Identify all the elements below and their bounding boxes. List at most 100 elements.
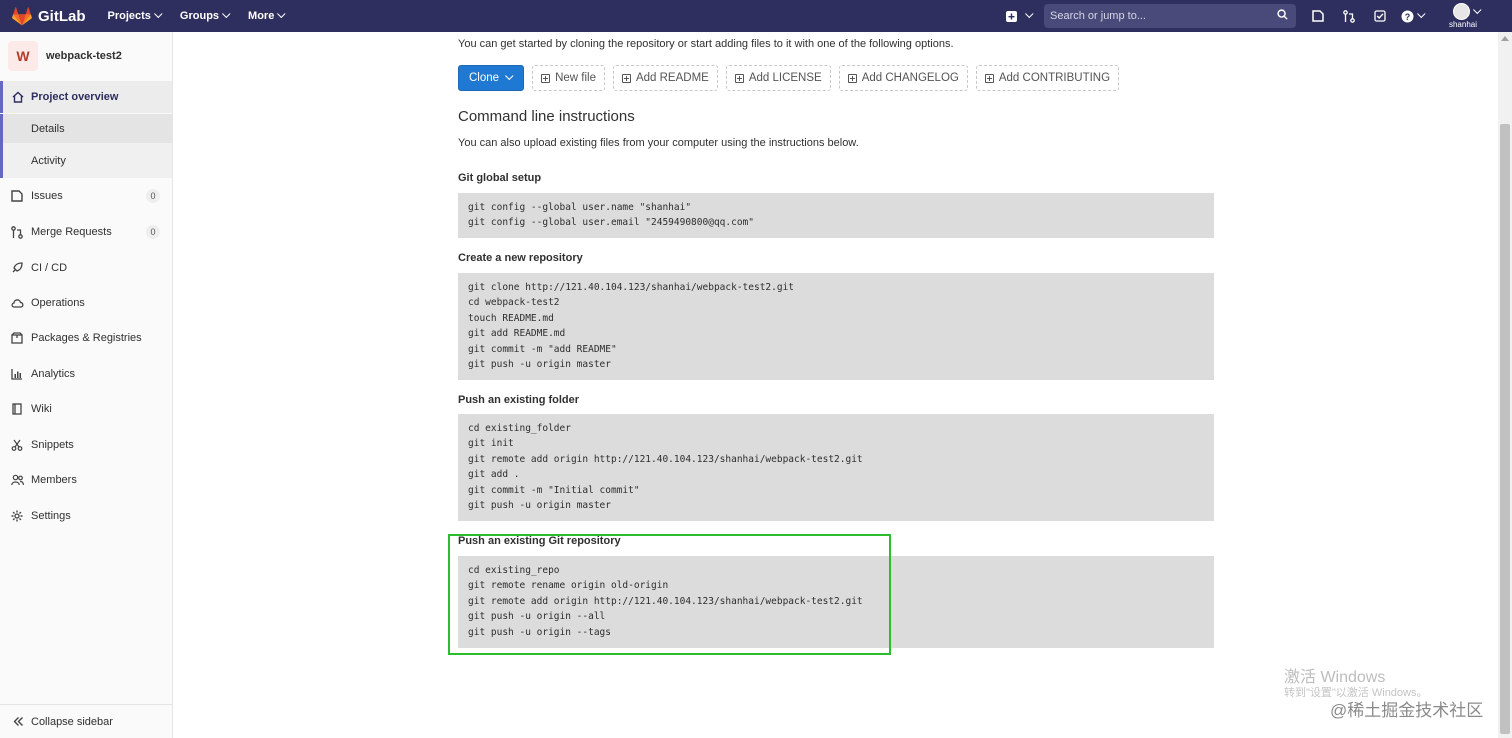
count-badge: 0	[146, 225, 160, 239]
sidebar-item-label: Issues	[31, 190, 63, 202]
sidebar-subitem-label: Details	[31, 122, 65, 135]
code-line: git config --global user.email "24594908…	[468, 217, 754, 229]
merge-requests-nav-button[interactable]	[1333, 0, 1364, 32]
new-file-button[interactable]: New file	[532, 65, 605, 91]
sidebar-item-snippets[interactable]: Snippets	[0, 429, 172, 461]
project-name: webpack-test2	[46, 50, 122, 62]
plus-square-icon	[621, 73, 631, 83]
brand-name: GitLab	[38, 7, 86, 25]
code-line: git remote rename origin old-origin	[468, 580, 669, 592]
user-menu[interactable]: shanhai	[1442, 3, 1492, 32]
main-content: You can get started by cloning the repos…	[173, 32, 1498, 738]
sidebar-item-label: Packages & Registries	[31, 332, 142, 344]
clone-dropdown-button[interactable]: Clone	[458, 65, 525, 91]
sidebar-item-wiki[interactable]: Wiki	[0, 393, 172, 425]
chevron-down-icon	[222, 9, 231, 19]
sidebar-subitem-details[interactable]: Details	[0, 114, 172, 143]
section-title-global-setup: Git global setup	[458, 172, 542, 184]
plus-square-icon	[541, 73, 551, 83]
search-box[interactable]	[1044, 4, 1296, 28]
sidebar-item-ci-cd[interactable]: CI / CD	[0, 252, 172, 284]
code-line: git push -u origin master	[468, 358, 611, 370]
code-line: git push -u origin --all	[468, 611, 606, 623]
sidebar-item-members[interactable]: Members	[0, 464, 172, 496]
scrollbar-thumb[interactable]	[1500, 124, 1510, 734]
code-block-global-setup[interactable]: git config --global user.name "shanhai" …	[458, 193, 1214, 238]
issues-icon	[1311, 10, 1324, 22]
cli-heading: Command line instructions	[458, 108, 635, 125]
username-label: shanhai	[1448, 20, 1478, 29]
count-badge: 0	[146, 189, 160, 203]
groups-menu-label: Groups	[179, 10, 220, 22]
section-title-new-repository: Create a new repository	[458, 252, 583, 264]
gitlab-home-link[interactable]: GitLab	[12, 0, 86, 32]
projects-menu-label: Projects	[107, 10, 151, 22]
add-license-label: Add LICENSE	[748, 72, 822, 84]
plus-square-icon	[734, 73, 744, 83]
chevron-down-icon	[153, 9, 163, 19]
collapse-sidebar-label: Collapse sidebar	[31, 715, 113, 728]
package-icon	[11, 332, 23, 344]
users-icon	[11, 474, 24, 486]
plus-square-icon	[1000, 0, 1022, 32]
sidebar-item-packages-registries[interactable]: Packages & Registries	[0, 322, 172, 354]
rocket-icon	[12, 262, 23, 273]
projects-menu[interactable]: Projects	[107, 9, 163, 22]
todos-nav-button[interactable]	[1364, 0, 1395, 32]
sidebar-item-label: CI / CD	[31, 262, 68, 274]
project-avatar: W	[8, 41, 38, 71]
sidebar-subitem-label: Activity	[31, 154, 66, 167]
book-icon	[12, 403, 22, 415]
add-license-button[interactable]: Add LICENSE	[725, 65, 831, 91]
code-line: git add README.md	[468, 328, 566, 340]
sidebar-item-settings[interactable]: Settings	[0, 500, 172, 532]
help-dropdown[interactable]: ?	[1395, 0, 1431, 32]
code-block-existing-git-repo[interactable]: cd existing_repo git remote rename origi…	[458, 556, 1214, 648]
sidebar-item-analytics[interactable]: Analytics	[0, 358, 172, 390]
groups-menu[interactable]: Groups	[179, 9, 231, 22]
sidebar-subitem-activity[interactable]: Activity	[0, 143, 172, 178]
chart-icon	[11, 369, 22, 380]
sidebar-item-label: Wiki	[31, 403, 52, 415]
sidebar-item-operations[interactable]: Operations	[0, 287, 172, 319]
sidebar-item-project-overview[interactable]: Project overview	[0, 81, 172, 113]
code-block-existing-folder[interactable]: cd existing_folder git init git remote a…	[458, 414, 1214, 521]
scroll-up-arrow-icon[interactable]	[1501, 36, 1509, 41]
nav-right-icons: ?	[1302, 0, 1431, 32]
code-line: git clone http://121.40.104.123/shanhai/…	[468, 282, 795, 293]
scissors-icon	[11, 439, 23, 451]
new-dropdown[interactable]	[1000, 0, 1036, 32]
add-changelog-button[interactable]: Add CHANGELOG	[838, 65, 968, 91]
sidebar-item-label: Operations	[31, 297, 85, 309]
search-input[interactable]	[1050, 10, 1270, 22]
code-line: git config --global user.name "shanhai"	[468, 202, 692, 213]
merge-request-icon	[11, 225, 23, 239]
section-title-existing-git-repo: Push an existing Git repository	[458, 535, 621, 547]
plus-square-icon	[847, 73, 857, 83]
add-readme-button[interactable]: Add README	[612, 65, 718, 91]
home-icon	[12, 91, 24, 103]
gitlab-logo-icon	[12, 6, 32, 25]
sidebar-item-merge-requests[interactable]: Merge Requests 0	[0, 216, 172, 248]
issues-icon	[11, 190, 23, 202]
add-contributing-button[interactable]: Add CONTRIBUTING	[975, 65, 1120, 91]
nav-menu: Projects Groups More	[107, 9, 304, 22]
page-scrollbar[interactable]	[1498, 32, 1512, 738]
gear-icon	[11, 510, 23, 522]
sidebar-item-issues[interactable]: Issues 0	[0, 180, 172, 212]
avatar	[1453, 3, 1470, 20]
site-watermark: @稀土掘金技术社区	[1330, 701, 1484, 720]
collapse-sidebar-button[interactable]: Collapse sidebar	[0, 704, 172, 738]
project-header[interactable]: W webpack-test2	[0, 32, 172, 80]
cli-subtitle: You can also upload existing files from …	[458, 137, 859, 149]
code-block-new-repository[interactable]: git clone http://121.40.104.123/shanhai/…	[458, 273, 1214, 380]
sidebar-item-label: Members	[31, 474, 77, 486]
more-menu[interactable]: More	[248, 9, 286, 22]
question-circle-icon: ?	[1401, 10, 1414, 22]
issues-nav-button[interactable]	[1302, 0, 1333, 32]
sidebar-item-label: Project overview	[31, 91, 119, 103]
code-line: git remote add origin http://121.40.104.…	[468, 453, 863, 465]
add-changelog-label: Add CHANGELOG	[861, 72, 959, 84]
empty-repo-intro: You can get started by cloning the repos…	[458, 38, 954, 50]
code-line: git remote add origin http://121.40.104.…	[468, 595, 863, 607]
